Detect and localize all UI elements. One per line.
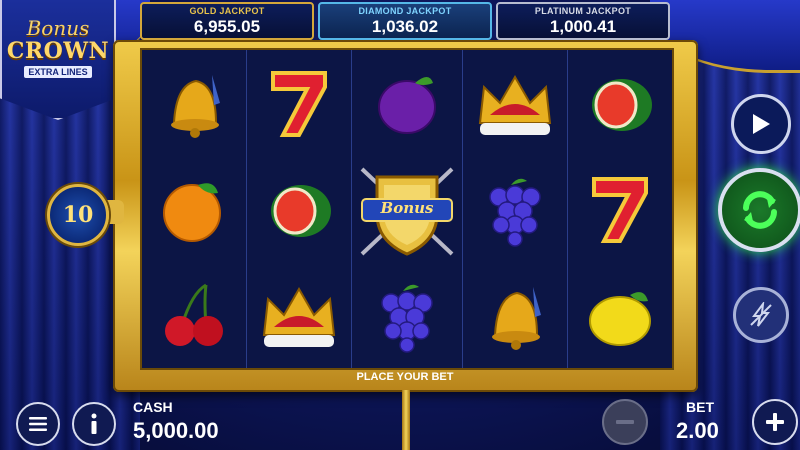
jackpot-value: 1,036.02	[371, 17, 439, 36]
lines-badge: 10	[47, 184, 109, 246]
seven-symbol	[568, 156, 672, 262]
orange-symbol	[142, 156, 246, 262]
bell-symbol	[463, 262, 567, 368]
menu-icon	[29, 417, 47, 431]
reel-column	[142, 50, 247, 368]
grapes-symbol	[352, 262, 462, 368]
play-icon	[753, 114, 770, 134]
plum-symbol	[352, 50, 462, 156]
lemon-symbol	[568, 262, 672, 368]
spin-button[interactable]	[718, 168, 800, 252]
cash-value: 5,000.00	[133, 418, 219, 443]
increase-bet-button[interactable]	[752, 399, 798, 445]
spin-icon	[743, 191, 777, 229]
seven-symbol	[247, 50, 351, 156]
logo-line-2: CROWN	[6, 38, 110, 64]
watermelon-symbol	[568, 50, 672, 156]
grapes-symbol	[463, 156, 567, 262]
bonus-label: Bonus	[380, 199, 434, 217]
bet-value: 2.00	[676, 418, 719, 443]
bet-label: BET	[686, 399, 714, 415]
platinum-jackpot: PLATINUM JACKPOT 1,000.41	[496, 2, 670, 40]
watermelon-symbol	[247, 156, 351, 262]
bell-symbol	[142, 50, 246, 156]
cash-label: CASH	[133, 399, 173, 415]
crown-symbol	[463, 50, 567, 156]
jackpot-label: DIAMOND JACKPOT	[358, 6, 452, 16]
menu-button[interactable]	[16, 402, 60, 446]
jackpot-bar: GOLD JACKPOT 6,955.05 DIAMOND JACKPOT 1,…	[140, 2, 670, 40]
reel-column	[463, 50, 568, 368]
reel-grid: Bonus	[140, 48, 674, 370]
turbo-button[interactable]	[733, 287, 789, 343]
reel-column: Bonus	[352, 50, 463, 368]
decrease-bet-button[interactable]	[602, 399, 648, 445]
lightning-icon	[750, 302, 772, 327]
jackpot-value: 1,000.41	[549, 17, 617, 36]
jackpot-label: GOLD JACKPOT	[189, 6, 265, 16]
logo-line-1: Bonus	[26, 16, 90, 40]
logo-line-3: EXTRA LINES	[24, 66, 92, 78]
game-logo: Bonus CROWN EXTRA LINES	[0, 0, 116, 120]
info-icon	[91, 413, 97, 434]
cherry-symbol	[142, 262, 246, 368]
jackpot-value: 6,955.05	[193, 17, 261, 36]
bonus-shield-symbol: Bonus	[352, 156, 462, 262]
plus-icon	[766, 413, 784, 431]
jackpot-label: PLATINUM JACKPOT	[534, 6, 632, 16]
crown-symbol	[247, 262, 351, 368]
diamond-jackpot: DIAMOND JACKPOT 1,036.02	[318, 2, 492, 40]
status-message: PLACE YOUR BET	[356, 371, 454, 383]
autoplay-button[interactable]	[731, 94, 791, 154]
gold-jackpot: GOLD JACKPOT 6,955.05	[140, 2, 314, 40]
reel-column	[568, 50, 672, 368]
minus-icon	[616, 420, 634, 424]
reel-column	[247, 50, 352, 368]
info-button[interactable]	[72, 402, 116, 446]
